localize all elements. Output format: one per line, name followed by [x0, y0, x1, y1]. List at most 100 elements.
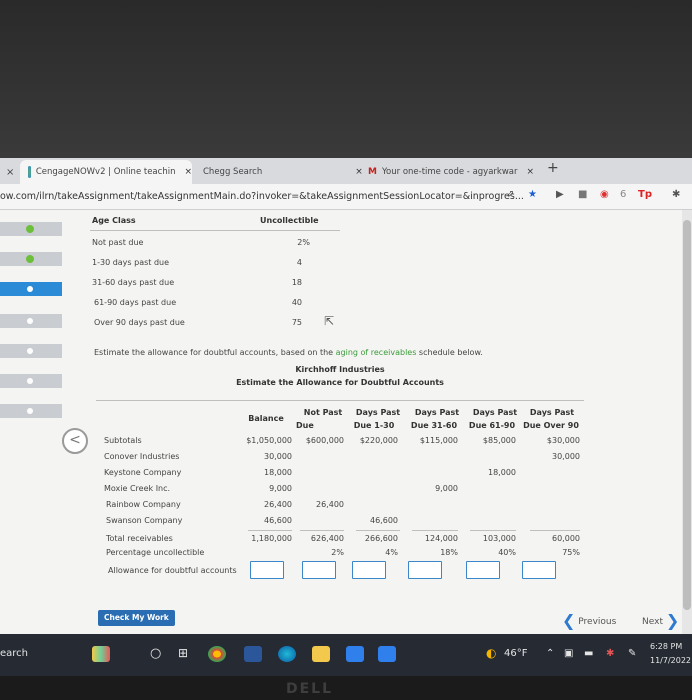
chrome-icon[interactable]: [208, 646, 226, 662]
dot-icon: [27, 408, 33, 414]
col-header: Due: [296, 421, 314, 430]
url-text[interactable]: ow.com/ilrn/takeAssignment/takeAssignmen…: [0, 191, 524, 202]
previous-button[interactable]: ❮ Previous: [562, 611, 616, 630]
col-header: Due 1-30: [353, 421, 395, 430]
age-class-header: Age Class: [92, 216, 136, 225]
dot-icon: [27, 378, 33, 384]
schedule-row-label: Conover Industries: [104, 452, 180, 461]
mail-icon[interactable]: [378, 646, 396, 662]
schedule-cell: 60,000: [552, 534, 580, 543]
pen-icon[interactable]: ✎: [628, 648, 636, 659]
next-label: Next: [642, 617, 663, 627]
close-icon[interactable]: ×: [355, 167, 363, 177]
sidebar-step-7[interactable]: [0, 404, 62, 418]
tab-chegg[interactable]: Chegg Search ×: [198, 160, 363, 184]
dell-logo: DELL: [286, 681, 334, 697]
word-icon[interactable]: [244, 646, 262, 662]
address-bar[interactable]: ow.com/ilrn/takeAssignment/takeAssignmen…: [0, 184, 692, 210]
windows-taskbar: earch ○ ⊞ ◐ 46°F ⌃ ▣ ▬ ✱ ✎ 6:28 PM 11/7/…: [0, 634, 692, 676]
extension-six-icon[interactable]: 6: [620, 189, 626, 200]
schedule-cell: 2%: [331, 548, 344, 557]
progress-sidebar: [0, 210, 80, 634]
header-rule: [90, 230, 340, 231]
schedule-top-rule: [96, 400, 584, 401]
file-explorer-icon[interactable]: [312, 646, 330, 662]
age-class-label: 31-60 days past due: [92, 278, 175, 287]
tray-red-icon[interactable]: ✱: [606, 648, 614, 659]
age-class-label: Not past due: [92, 238, 144, 247]
schedule-cell: 18%: [440, 548, 458, 557]
schedule-cell: 26,400: [316, 500, 344, 509]
share-icon[interactable]: ⇗: [506, 189, 514, 200]
taskbar-search[interactable]: earch: [0, 648, 28, 659]
clock-date[interactable]: 11/7/2022: [650, 656, 691, 665]
allowance-input-balance[interactable]: [250, 561, 284, 579]
total-rule: [356, 530, 400, 531]
schedule-cell: 266,600: [364, 534, 398, 543]
widgets-icon[interactable]: [92, 646, 110, 662]
col-header: Due 61-90: [468, 421, 516, 430]
age-class-value: 4: [296, 258, 302, 267]
edge-icon[interactable]: [278, 646, 296, 662]
close-icon[interactable]: ×: [184, 167, 192, 177]
schedule-cell: $30,000: [546, 436, 580, 445]
extension-tp-icon[interactable]: Tp: [638, 189, 652, 200]
dot-icon: [27, 348, 33, 354]
task-view-icon[interactable]: ⊞: [178, 646, 188, 660]
store-icon[interactable]: [346, 646, 364, 662]
total-rule: [300, 530, 344, 531]
puzzle-icon[interactable]: ✱: [672, 189, 680, 200]
extension-red-icon[interactable]: ◉: [600, 189, 609, 200]
instruction-before: Estimate the allowance for doubtful acco…: [94, 348, 336, 357]
network-icon[interactable]: ▬: [584, 648, 593, 659]
sidebar-step-3[interactable]: [0, 282, 62, 296]
page-scrollbar[interactable]: [682, 210, 692, 634]
col-header: Due Over 90: [523, 421, 579, 430]
schedule-cell: $85,000: [482, 436, 516, 445]
screen-bezel-top: [0, 0, 692, 158]
cengage-favicon-icon: [28, 166, 31, 178]
age-class-label: 1-30 days past due: [92, 258, 170, 267]
schedule-cell: $220,000: [359, 436, 398, 445]
col-header: Days Past: [414, 408, 460, 417]
schedule-row-label: Subtotals: [104, 436, 142, 445]
sidebar-step-2[interactable]: [0, 252, 62, 266]
play-icon[interactable]: ▶: [556, 189, 564, 200]
sidebar-step-4[interactable]: [0, 314, 62, 328]
col-header: Days Past: [472, 408, 518, 417]
clock-time[interactable]: 6:28 PM: [650, 642, 682, 651]
age-class-value: 18: [291, 278, 302, 287]
col-header: Days Past: [355, 408, 401, 417]
allowance-input-61-90[interactable]: [466, 561, 500, 579]
tab-gmail[interactable]: M Your one-time code - agyarkwar ×: [368, 160, 540, 184]
allowance-input-31-60[interactable]: [408, 561, 442, 579]
tab-label: Chegg Search: [203, 167, 263, 177]
scroll-thumb[interactable]: [683, 220, 691, 610]
chevron-up-icon[interactable]: ⌃: [546, 648, 554, 659]
tab-label: Your one-time code - agyarkwar: [381, 167, 518, 177]
next-button[interactable]: Next ❯: [642, 611, 679, 630]
tab-cengage[interactable]: CengageNOWv2 | Online teachin ×: [20, 160, 192, 184]
sidebar-step-1[interactable]: [0, 222, 62, 236]
total-rule: [248, 530, 292, 531]
screen-bezel-bottom: [0, 676, 692, 700]
check-my-work-button[interactable]: Check My Work: [98, 610, 175, 626]
tab-close-icon[interactable]: ×: [0, 160, 22, 184]
sidebar-step-6[interactable]: [0, 374, 62, 388]
allowance-input-over-90[interactable]: [522, 561, 556, 579]
weather-icon: ◐: [486, 646, 497, 660]
weather-temp[interactable]: 46°F: [504, 648, 527, 659]
new-tab-button[interactable]: +: [547, 160, 559, 176]
back-button[interactable]: <: [62, 428, 88, 454]
start-circle-icon[interactable]: ○: [150, 646, 161, 661]
bookmark-star-icon[interactable]: ★: [528, 189, 537, 200]
close-icon[interactable]: ×: [527, 167, 535, 177]
extension-icon[interactable]: ■: [578, 189, 587, 200]
allowance-input-1-30[interactable]: [352, 561, 386, 579]
aging-link[interactable]: aging of receivables: [336, 348, 417, 357]
schedule-row-label: Percentage uncollectible: [106, 548, 205, 557]
tray-icon[interactable]: ▣: [564, 648, 573, 659]
age-class-label: Over 90 days past due: [94, 318, 185, 327]
allowance-input-not-past-due[interactable]: [302, 561, 336, 579]
sidebar-step-5[interactable]: [0, 344, 62, 358]
